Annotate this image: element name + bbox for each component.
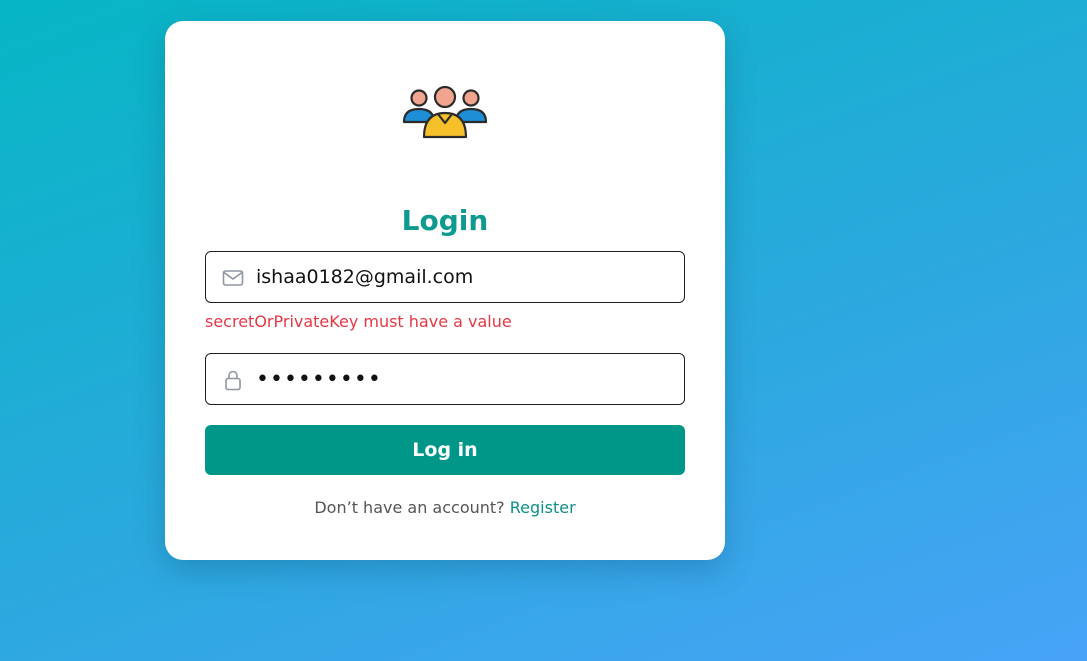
error-message: secretOrPrivateKey must have a value <box>205 312 512 331</box>
password-field[interactable] <box>205 353 685 405</box>
envelope-icon <box>222 270 244 286</box>
register-prompt: Don’t have an account? Register <box>165 498 725 517</box>
lock-icon <box>225 370 241 391</box>
email-field[interactable] <box>205 251 685 303</box>
email-input[interactable] <box>256 252 676 302</box>
login-button[interactable]: Log in <box>205 425 685 475</box>
password-input[interactable] <box>256 354 676 404</box>
register-prompt-text: Don’t have an account? <box>314 498 505 517</box>
page-title: Login <box>401 204 489 237</box>
users-group-icon <box>402 85 488 139</box>
register-link[interactable]: Register <box>510 498 576 517</box>
